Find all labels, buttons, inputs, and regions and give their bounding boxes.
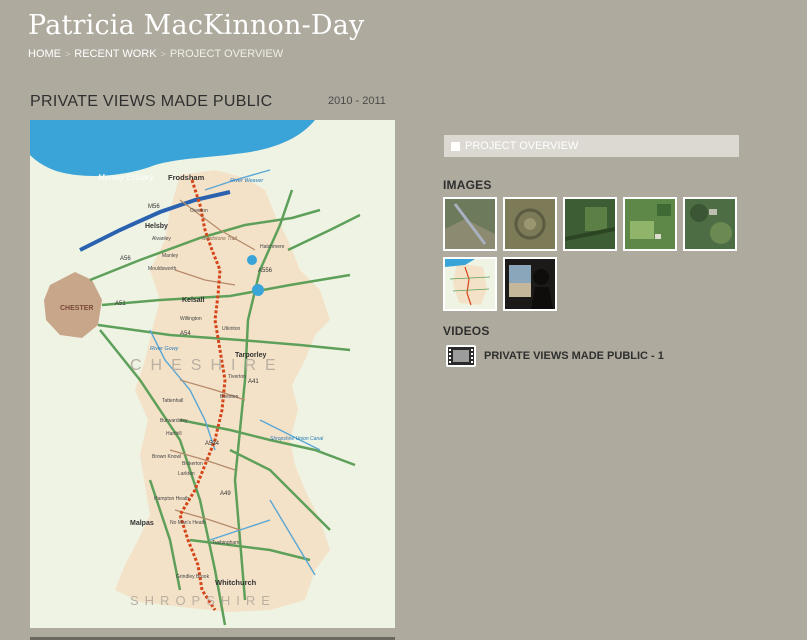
- map-label-m56: M56: [148, 204, 160, 210]
- map-label-beeston: Beeston: [220, 394, 239, 400]
- image-thumbnail[interactable]: [563, 197, 617, 251]
- breadcrumb: HOME > RECENT WORK > PROJECT OVERVIEW: [28, 48, 283, 60]
- map-label-a56: A56: [120, 256, 131, 262]
- aerial-photo-1: [445, 199, 495, 249]
- map-label-bickerton: Bickerton: [182, 461, 203, 467]
- map-label-tarporley: Tarporley: [235, 352, 266, 359]
- images-heading: IMAGES: [443, 178, 492, 192]
- map-thumbnail: [445, 259, 495, 309]
- aerial-photo-2: [505, 199, 555, 249]
- map-label-brown-knowl: Brown Knowl: [152, 454, 181, 460]
- film-strip-icon: [446, 345, 476, 367]
- map-label-alvanley: Alvanley: [152, 236, 171, 242]
- map-label-chester: CHESTER: [60, 305, 93, 312]
- aerial-photo-4: [625, 199, 675, 249]
- map-label-a54: A54: [180, 331, 191, 337]
- map-label-a49: A49: [220, 491, 231, 497]
- image-thumbnail[interactable]: [443, 257, 497, 311]
- blakemere-lake: [252, 284, 264, 296]
- breadcrumb-separator: >: [65, 49, 71, 59]
- map-label-larkton: Larkton: [178, 471, 195, 477]
- map-label-utkinton: Utkinton: [222, 326, 241, 332]
- map-label-shropshire: SHROPSHIRE: [130, 593, 276, 608]
- image-thumbnail[interactable]: [443, 197, 497, 251]
- project-overview-label: PROJECT OVERVIEW: [465, 140, 579, 152]
- project-overview-link[interactable]: PROJECT OVERVIEW: [444, 135, 739, 157]
- breadcrumb-home-link[interactable]: HOME: [28, 48, 61, 60]
- figure-silhouette-photo: [505, 259, 555, 309]
- map-label-kelsall: Kelsall: [182, 297, 205, 304]
- map-label-canal: Shropshire Union Canal: [270, 436, 324, 442]
- map-label-grindley-brook: Grindley Brook: [176, 574, 210, 580]
- map-label-hatchmere: Hatchmere: [260, 244, 285, 250]
- site-title[interactable]: Patricia MacKinnon-Day: [28, 10, 365, 41]
- project-map-image[interactable]: Mersey Estuary CHESTER CHESHIRE SHROPSHI…: [30, 120, 395, 628]
- image-thumbnail[interactable]: [503, 257, 557, 311]
- map-label-harthill: Harthill: [166, 431, 182, 437]
- map-label-willington: Willington: [180, 316, 202, 322]
- map-label-tattenhall: Tattenhall: [162, 398, 183, 404]
- map-label-trail: Sandstone Trail: [202, 236, 238, 242]
- map-label-burwardsley: Burwardsley: [160, 418, 188, 424]
- image-thumbnail[interactable]: [503, 197, 557, 251]
- map-label-frodsham: Frodsham: [168, 173, 205, 182]
- map-label-a556: A556: [258, 268, 273, 274]
- project-years: 2010 - 2011: [328, 95, 386, 107]
- image-thumbnails: [443, 197, 743, 311]
- breadcrumb-separator: >: [160, 49, 166, 59]
- map-label-whitchurch: Whitchurch: [215, 578, 257, 587]
- map-label-gowy: River Gowy: [150, 346, 180, 352]
- video-item[interactable]: PRIVATE VIEWS MADE PUBLIC - 1: [446, 345, 664, 367]
- map-label-a534: A534: [205, 441, 220, 447]
- map-label-no-mans-heath: No Man's Heath: [170, 520, 206, 526]
- video-link-label[interactable]: PRIVATE VIEWS MADE PUBLIC - 1: [484, 350, 664, 362]
- map-label-overton: Overton: [190, 208, 208, 214]
- map-label-a41: A41: [248, 379, 259, 385]
- map-label-tiverton: Tiverton: [228, 374, 246, 380]
- image-thumbnail[interactable]: [623, 197, 677, 251]
- aerial-photo-5: [685, 199, 735, 249]
- estuary-water: [30, 120, 315, 176]
- aerial-photo-3: [565, 199, 615, 249]
- map-label-helsby: Helsby: [145, 223, 168, 230]
- map-label-malpas: Malpas: [130, 520, 154, 527]
- map-label-a51: A51: [115, 301, 126, 307]
- route-map: Mersey Estuary CHESTER CHESHIRE SHROPSHI…: [30, 120, 361, 626]
- map-label-cheshire: CHESHIRE: [130, 357, 285, 374]
- square-bullet-icon: [451, 141, 460, 151]
- hatchmere-lake: [247, 255, 257, 265]
- map-label-tushingham: Tushingham: [212, 540, 239, 546]
- map-label-mouldsworth: Mouldsworth: [148, 266, 177, 272]
- breadcrumb-current: PROJECT OVERVIEW: [169, 48, 284, 60]
- map-label-manley: Manley: [162, 253, 179, 259]
- image-thumbnail[interactable]: [683, 197, 737, 251]
- breadcrumb-recent-work-link[interactable]: RECENT WORK: [74, 48, 156, 60]
- map-label-estuary: Mersey Estuary: [98, 173, 155, 182]
- project-title: PRIVATE VIEWS MADE PUBLIC: [30, 93, 273, 110]
- map-label-hampton-heath: Hampton Heath: [154, 496, 189, 502]
- map-label-weaver: River Weaver: [230, 178, 264, 184]
- videos-heading: VIDEOS: [443, 324, 490, 338]
